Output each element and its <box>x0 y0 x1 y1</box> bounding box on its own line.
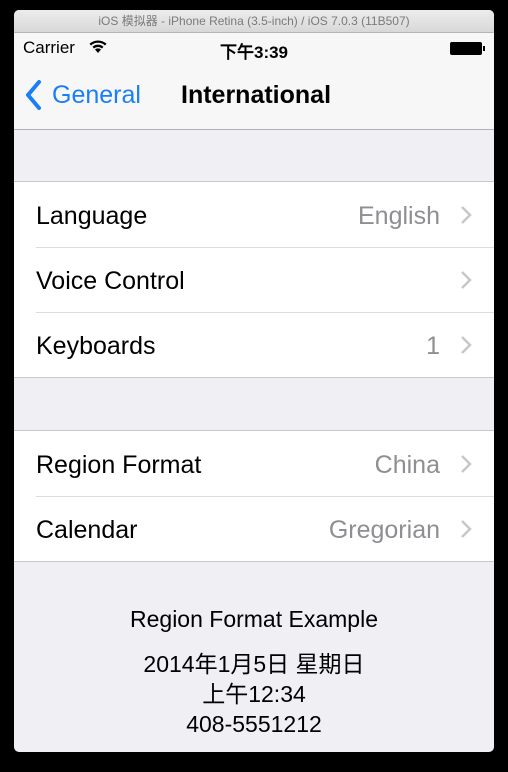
row-calendar[interactable]: Calendar Gregorian <box>14 496 494 561</box>
row-label: Voice Control <box>36 267 185 295</box>
page-title: International <box>181 81 332 109</box>
settings-group-region: Region Format China Calendar Gregorian <box>14 430 494 562</box>
row-value: China <box>374 451 440 479</box>
status-time: 下午3:39 <box>219 43 289 62</box>
chevron-left-icon <box>26 80 41 110</box>
region-format-example: Region Format Example 2014年1月5日 星期日 上午12… <box>14 562 494 739</box>
row-label: Calendar <box>36 516 138 544</box>
row-label: Language <box>36 202 148 230</box>
chevron-right-icon <box>461 455 472 473</box>
row-voice-control[interactable]: Voice Control <box>14 247 494 312</box>
navigation-bar: General International <box>14 61 494 130</box>
example-date: 2014年1月5日 星期日 <box>143 651 365 677</box>
example-time: 上午12:34 <box>202 681 306 707</box>
chevron-right-icon <box>461 206 472 224</box>
chevron-right-icon <box>461 520 472 538</box>
example-title: Region Format Example <box>130 606 378 632</box>
window-title: iOS 模拟器 - iPhone Retina (3.5-inch) / iOS… <box>14 10 494 33</box>
back-button[interactable]: General <box>24 79 141 111</box>
row-region-format[interactable]: Region Format China <box>14 431 494 496</box>
row-keyboards[interactable]: Keyboards 1 <box>14 312 494 377</box>
row-label: Region Format <box>36 451 202 479</box>
row-value: Gregorian <box>328 516 440 544</box>
settings-group-language: Language English Voice Control Keyboards… <box>14 181 494 378</box>
row-value: 1 <box>426 332 440 360</box>
simulator-window: iOS 模拟器 - iPhone Retina (3.5-inch) / iOS… <box>14 10 494 752</box>
row-language[interactable]: Language English <box>14 182 494 247</box>
row-label: Keyboards <box>36 332 156 360</box>
chevron-right-icon <box>461 336 472 354</box>
status-bar: Carrier 下午3:39 <box>14 33 494 62</box>
example-phone: 408-5551212 <box>186 711 322 737</box>
chevron-right-icon <box>461 271 472 289</box>
battery-icon <box>450 42 485 55</box>
row-value: English <box>358 202 440 230</box>
back-button-label: General <box>52 80 141 109</box>
